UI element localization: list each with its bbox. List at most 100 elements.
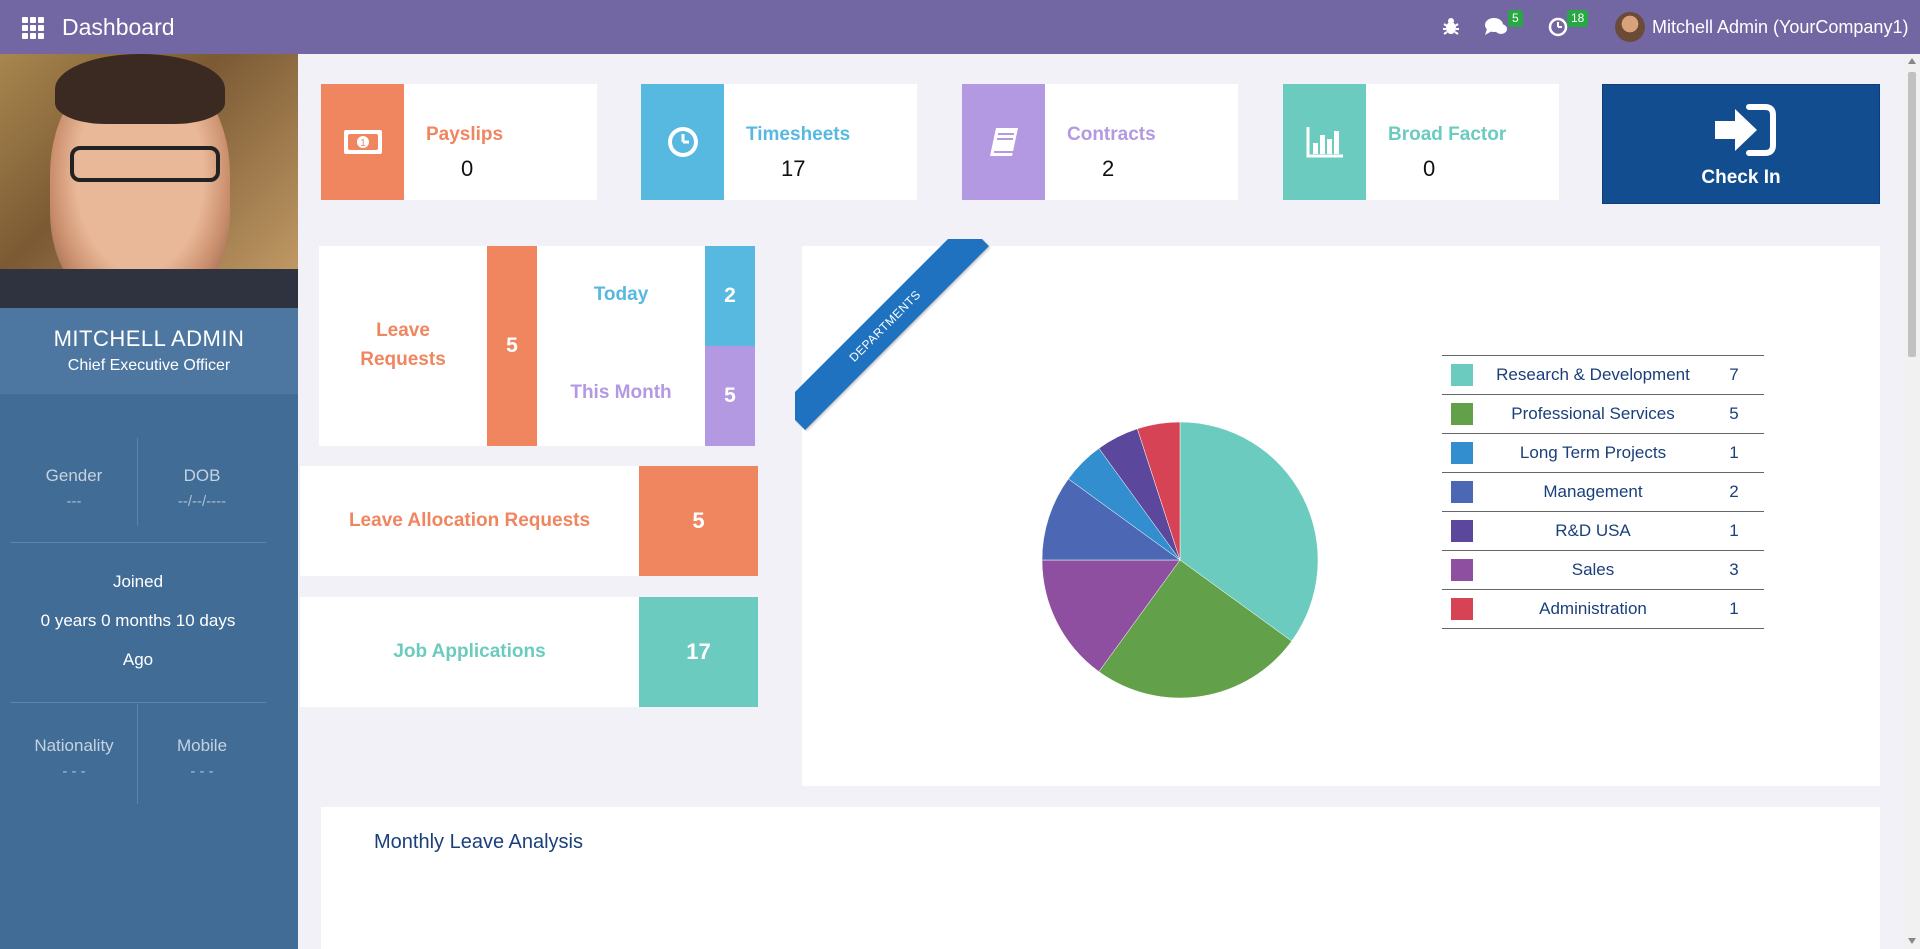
- payslips-value: 0: [461, 156, 474, 181]
- scroll-down-arrow-icon[interactable]: [1908, 938, 1916, 944]
- legend-color: [1451, 559, 1473, 581]
- profile-name: MITCHELL ADMIN: [53, 326, 245, 351]
- mobile-value: - - -: [190, 763, 214, 780]
- departments-pie-chart: [1041, 421, 1319, 699]
- check-in-button[interactable]: Check In: [1602, 84, 1880, 204]
- legend-color: [1451, 598, 1473, 620]
- leave-requests-label: Leave Requests: [319, 316, 487, 374]
- legend-department-name: Long Term Projects: [1519, 443, 1667, 462]
- activities-badge: 18: [1567, 10, 1589, 27]
- profile-job-title: Chief Executive Officer: [67, 357, 231, 374]
- money-icon: 1: [321, 84, 404, 200]
- legend-color: [1451, 520, 1473, 542]
- departments-ribbon: DEPARTMENTS: [795, 239, 1005, 449]
- messages-badge: 5: [1508, 10, 1523, 27]
- legend-department-count: 1: [1729, 521, 1739, 540]
- leave-requests-label-line2: Requests: [360, 349, 446, 370]
- nationality-label: Nationality: [34, 736, 114, 755]
- legend-swatch: [1442, 590, 1482, 629]
- legend-department-count: 1: [1729, 443, 1739, 462]
- nationality-mobile-row: Nationality - - - Mobile - - -: [10, 736, 266, 780]
- monthly-leave-analysis-title: Monthly Leave Analysis: [374, 831, 584, 853]
- timesheets-label: Timesheets: [746, 124, 851, 145]
- broad-factor-card[interactable]: Broad Factor 0: [1283, 84, 1559, 200]
- leave-requests-total: 5: [487, 246, 537, 446]
- monthly-leave-analysis-panel: Monthly Leave Analysis: [321, 807, 1880, 949]
- job-applications-label: Job Applications: [393, 641, 546, 662]
- legend-row: Long Term Projects 1: [1442, 433, 1764, 473]
- svg-text:1: 1: [360, 138, 366, 149]
- activity-clock-icon[interactable]: [1548, 17, 1568, 42]
- clock-icon: [641, 84, 724, 200]
- legend-swatch: [1442, 512, 1482, 551]
- timesheets-card[interactable]: Timesheets 17: [641, 84, 917, 200]
- legend-swatch: [1442, 434, 1482, 473]
- scroll-thumb[interactable]: [1908, 72, 1916, 357]
- legend-swatch: [1442, 473, 1482, 512]
- check-in-label: Check In: [1701, 167, 1781, 188]
- joined-label: Joined: [112, 572, 164, 591]
- timesheets-value: 17: [781, 156, 806, 181]
- legend-department-name: Sales: [1571, 560, 1615, 579]
- mobile-label: Mobile: [176, 736, 228, 755]
- contracts-label: Contracts: [1067, 124, 1156, 145]
- leave-requests-label-line1: Leave: [376, 320, 430, 341]
- legend-department-name: Management: [1543, 482, 1643, 501]
- gender-dob-row: Gender --- DOB --/--/----: [10, 466, 266, 510]
- legend-department-name: Professional Services: [1511, 404, 1675, 423]
- profile-sidebar: MITCHELL ADMIN Chief Executive Officer G…: [0, 54, 298, 949]
- book-icon: [962, 84, 1045, 200]
- leave-month-value: 5: [705, 346, 755, 446]
- payslips-label: Payslips: [426, 124, 504, 145]
- profile-photo: [0, 54, 298, 308]
- user-menu[interactable]: Mitchell Admin (YourCompany1): [1652, 17, 1908, 38]
- legend-row: Research & Development 7: [1442, 355, 1764, 395]
- broad-factor-value: 0: [1423, 156, 1436, 181]
- chat-icon[interactable]: [1484, 17, 1508, 42]
- leave-requests-card[interactable]: Leave Requests 5 Today 2 This Month 5: [319, 246, 755, 446]
- legend-row: R&D USA 1: [1442, 511, 1764, 551]
- legend-row: Sales 3: [1442, 550, 1764, 590]
- leave-allocation-value: 5: [639, 466, 758, 576]
- legend-department-count: 2: [1729, 482, 1739, 501]
- divider: [10, 702, 266, 703]
- leave-allocation-card[interactable]: Leave Allocation Requests 5: [300, 466, 758, 576]
- legend-color: [1451, 442, 1473, 464]
- legend-color: [1451, 481, 1473, 503]
- gender-label: Gender: [45, 466, 103, 485]
- bar-chart-icon: [1283, 84, 1366, 200]
- job-applications-value: 17: [639, 597, 758, 707]
- page-scrollbar[interactable]: [1904, 54, 1920, 949]
- profile-header: MITCHELL ADMIN Chief Executive Officer: [0, 308, 298, 394]
- legend-swatch: [1442, 395, 1482, 434]
- contracts-card[interactable]: Contracts 2: [962, 84, 1238, 200]
- legend-swatch: [1442, 551, 1482, 590]
- dob-value: --/--/----: [177, 493, 227, 510]
- leave-allocation-label: Leave Allocation Requests: [348, 510, 591, 531]
- divider: [10, 542, 266, 543]
- legend-department-count: 7: [1729, 365, 1739, 384]
- user-avatar[interactable]: [1615, 12, 1645, 42]
- nationality-value: - - -: [62, 763, 86, 780]
- top-navbar: Dashboard 5 18 Mitchell Admin (YourCompa…: [0, 0, 1920, 54]
- gender-value: ---: [66, 493, 82, 510]
- legend-row: Management 2: [1442, 472, 1764, 512]
- bug-icon[interactable]: [1442, 16, 1460, 41]
- payslips-card[interactable]: 1 Payslips 0: [321, 84, 597, 200]
- legend-color: [1451, 364, 1473, 386]
- legend-row: Administration 1: [1442, 589, 1764, 629]
- legend-department-count: 1: [1729, 599, 1739, 618]
- leave-today-label[interactable]: Today: [537, 284, 705, 306]
- page-title[interactable]: Dashboard: [62, 14, 175, 41]
- job-applications-card[interactable]: Job Applications 17: [300, 597, 758, 707]
- legend-department-count: 3: [1729, 560, 1739, 579]
- scroll-up-arrow-icon[interactable]: [1908, 58, 1916, 64]
- departments-ribbon-label: DEPARTMENTS: [795, 239, 989, 430]
- apps-menu-icon[interactable]: [22, 17, 44, 39]
- joined-value: 0 years 0 months 10 days: [40, 611, 236, 630]
- leave-month-label[interactable]: This Month: [537, 382, 705, 404]
- broad-factor-label: Broad Factor: [1388, 124, 1507, 145]
- divider: [137, 438, 138, 526]
- contracts-value: 2: [1102, 156, 1115, 181]
- dob-label: DOB: [183, 466, 221, 485]
